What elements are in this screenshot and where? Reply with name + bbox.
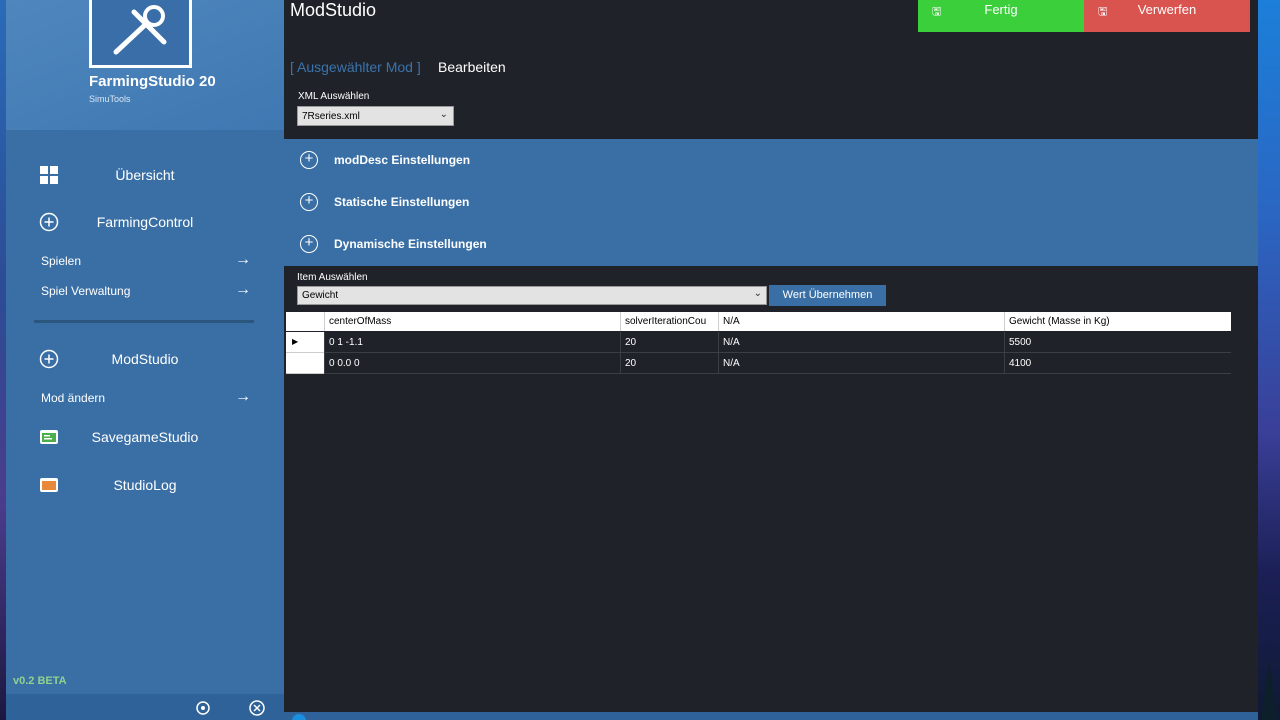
- app-subtitle: SimuTools: [89, 94, 131, 104]
- nav-label: SavegameStudio: [91, 429, 199, 445]
- table-cell[interactable]: 0 1 -1.1: [324, 332, 620, 353]
- nav-item-farmingcontrol[interactable]: FarmingControl: [6, 205, 284, 239]
- table-cell[interactable]: 4100: [1004, 353, 1231, 374]
- column-header[interactable]: Gewicht (Masse in Kg): [1004, 312, 1231, 331]
- table-cell[interactable]: 0 0.0 0: [324, 353, 620, 374]
- sidebar-divider: [34, 320, 254, 323]
- plus-circle-icon: +: [300, 151, 318, 169]
- accordion-label: modDesc Einstellungen: [334, 153, 471, 167]
- arrow-right-icon: →: [235, 388, 251, 405]
- status-dot-icon: [292, 714, 306, 720]
- nav-label: ModStudio: [111, 351, 179, 367]
- status-strip: [284, 712, 1258, 720]
- table-cell[interactable]: N/A: [718, 332, 1004, 353]
- sub-item-label: Spielen: [41, 254, 82, 268]
- chevron-down-icon: ⌄: [439, 109, 448, 120]
- row-selector[interactable]: ▶: [286, 332, 324, 353]
- gear-icon[interactable]: [194, 698, 212, 716]
- nav-item-savegamestudio[interactable]: SavegameStudio: [6, 420, 284, 454]
- item-select[interactable]: Gewicht ⌄: [297, 286, 767, 305]
- app-name: FarmingStudio 20: [89, 73, 216, 90]
- settings-accordion: + modDesc Einstellungen + Statische Eins…: [284, 139, 1258, 266]
- breadcrumb-selected-mod[interactable]: [ Ausgewählter Mod ]: [290, 59, 421, 75]
- accordion-dynamisch[interactable]: + Dynamische Einstellungen: [284, 223, 1258, 265]
- sub-item-spielen[interactable]: Spielen →: [6, 248, 284, 274]
- table-cell[interactable]: 20: [620, 353, 718, 374]
- apply-value-button[interactable]: Wert Übernehmen: [769, 285, 886, 306]
- page-title: ModStudio: [290, 0, 377, 20]
- version-bar: v0.2 BETA: [6, 668, 284, 694]
- version-label: v0.2 BETA: [13, 675, 67, 687]
- nav-label: StudioLog: [113, 477, 177, 493]
- item-select-label: Item Auswählen: [297, 272, 368, 283]
- sidebar-footer: [6, 694, 284, 720]
- breadcrumb-current: Bearbeiten: [438, 59, 506, 75]
- sub-item-mod-aendern[interactable]: Mod ändern →: [6, 385, 284, 411]
- verwerfen-button[interactable]: 🖫 Verwerfen: [1084, 0, 1250, 32]
- close-circle-icon[interactable]: [248, 698, 266, 716]
- nav-item-studiolog[interactable]: StudioLog: [6, 468, 284, 502]
- column-header[interactable]: solverIterationCou: [620, 312, 718, 331]
- plus-circle-icon: +: [300, 235, 318, 253]
- verwerfen-label: Verwerfen: [1137, 2, 1197, 17]
- nav-item-uebersicht[interactable]: Übersicht: [6, 158, 284, 192]
- table-row[interactable]: 0 0.0 0 20 N/A 4100: [286, 353, 1231, 374]
- accordion-label: Statische Einstellungen: [334, 195, 470, 209]
- accordion-statisch[interactable]: + Statische Einstellungen: [284, 181, 1258, 223]
- xml-select-value: 7Rseries.xml: [302, 111, 360, 122]
- column-header[interactable]: centerOfMass: [324, 312, 620, 331]
- nav-item-modstudio[interactable]: ModStudio: [6, 342, 284, 376]
- fertig-label: Fertig: [984, 2, 1018, 17]
- table-cell[interactable]: 20: [620, 332, 718, 353]
- column-header[interactable]: N/A: [718, 312, 1004, 331]
- table-row[interactable]: ▶ 0 1 -1.1 20 N/A 5500: [286, 332, 1231, 353]
- item-select-value: Gewicht: [302, 290, 339, 301]
- xml-select[interactable]: 7Rseries.xml ⌄: [297, 106, 454, 126]
- row-selector[interactable]: [286, 353, 324, 374]
- apply-value-label: Wert Übernehmen: [782, 289, 873, 301]
- arrow-right-icon: →: [235, 281, 251, 298]
- sidebar: FarmingStudio 20 SimuTools Übersicht Far…: [6, 0, 284, 720]
- desktop-background-right: [1258, 0, 1280, 720]
- sub-item-label: Mod ändern: [41, 391, 106, 405]
- sub-item-label: Spiel Verwaltung: [41, 284, 131, 298]
- chevron-down-icon: ⌄: [753, 288, 762, 299]
- grid-header: centerOfMass solverIterationCou N/A Gewi…: [286, 312, 1231, 331]
- sub-item-spiel-verwaltung[interactable]: Spiel Verwaltung →: [6, 278, 284, 304]
- accordion-label: Dynamische Einstellungen: [334, 237, 487, 251]
- fertig-button[interactable]: 🖫 Fertig: [918, 0, 1084, 32]
- nav-label: Übersicht: [115, 167, 175, 183]
- main-panel: ModStudio 🖫 Fertig 🖫 Verwerfen [ Ausgewä…: [284, 0, 1258, 720]
- xml-select-label: XML Auswählen: [298, 91, 370, 102]
- nav-label: FarmingControl: [96, 214, 194, 230]
- app-logo: [89, 0, 192, 68]
- table-cell[interactable]: 5500: [1004, 332, 1231, 353]
- table-cell[interactable]: N/A: [718, 353, 1004, 374]
- accordion-moddesc[interactable]: + modDesc Einstellungen: [284, 139, 1258, 181]
- plus-circle-icon: +: [300, 193, 318, 211]
- arrow-right-icon: →: [235, 251, 251, 268]
- wrench-pen-icon: [113, 5, 167, 55]
